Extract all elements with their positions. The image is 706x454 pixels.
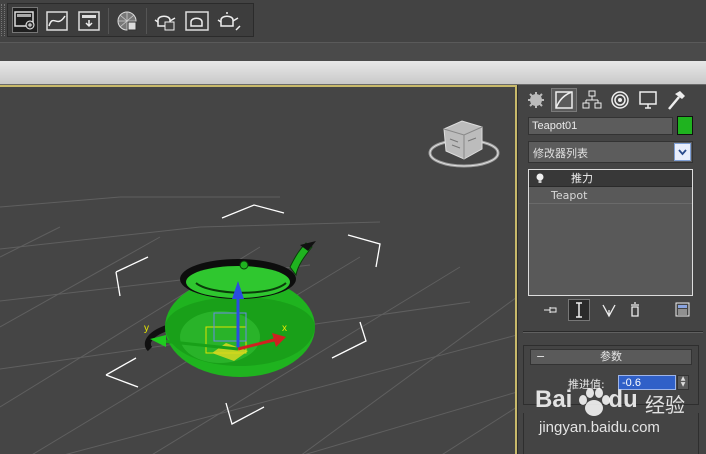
configure-modifier-sets-button[interactable] (672, 299, 694, 321)
render-setup-icon (14, 11, 35, 30)
schematic-view-icon (78, 11, 100, 31)
schematic-view-button[interactable] (76, 8, 102, 34)
viewport-scene: x y (0, 120, 515, 454)
stack-tools (528, 299, 698, 323)
hammer-icon (668, 91, 685, 110)
hierarchy-icon (582, 90, 602, 109)
command-panel-tabs (523, 88, 703, 112)
tab-motion[interactable] (607, 88, 633, 112)
configure-icon (675, 302, 690, 317)
stack-item-teapot-label: Teapot (551, 189, 588, 202)
pin-icon (544, 307, 557, 313)
render-production-icon (185, 11, 209, 31)
stack-item-push[interactable]: 推力 (529, 170, 692, 187)
axis-x-label: x (282, 323, 287, 334)
motion-icon (611, 91, 629, 109)
secondary-toolbar (0, 42, 706, 61)
tab-modify[interactable] (551, 88, 577, 112)
toolbar-separator (146, 8, 147, 34)
tab-hierarchy[interactable] (579, 88, 605, 112)
tab-create[interactable] (523, 88, 549, 112)
display-icon (639, 91, 657, 109)
render-setup-button[interactable] (12, 7, 38, 33)
axis-y-label: y (144, 323, 149, 334)
object-name-field[interactable] (528, 117, 673, 135)
render-iterative-button[interactable] (216, 8, 242, 34)
render-iterative-icon (217, 12, 241, 31)
object-color-swatch[interactable] (677, 116, 693, 135)
render-frame-button[interactable] (152, 8, 178, 34)
modifier-list-dropdown[interactable]: 修改器列表 (528, 141, 693, 163)
modify-icon (555, 91, 573, 109)
main-toolbar (0, 0, 706, 42)
panel-divider (523, 331, 703, 333)
material-editor-button[interactable] (114, 8, 140, 34)
render-frame-icon (154, 15, 176, 31)
tab-display[interactable] (635, 88, 661, 112)
viewcube[interactable] (428, 120, 500, 168)
show-end-result-button[interactable] (568, 299, 590, 321)
material-editor-icon (117, 11, 137, 31)
make-unique-icon (602, 304, 616, 318)
curve-editor-icon (46, 11, 68, 31)
watermark-url: jingyan.baidu.com (539, 419, 660, 436)
toolbar-grip[interactable] (1, 4, 5, 36)
toolbar-group (7, 3, 254, 37)
pin-stack-button[interactable] (540, 299, 562, 321)
make-unique-button[interactable] (598, 299, 620, 321)
watermark-logo-text: Bai du (535, 386, 638, 413)
tab-utilities[interactable] (663, 88, 689, 112)
curve-editor-button[interactable] (44, 8, 70, 34)
end-result-icon (576, 302, 582, 318)
render-production-button[interactable] (184, 8, 210, 34)
modifier-stack: 推力 Teapot (528, 169, 693, 296)
watermark-brand-text: 经验 (645, 393, 685, 417)
perspective-viewport[interactable]: x y (0, 85, 517, 454)
remove-modifier-button[interactable] (624, 299, 646, 321)
trash-icon (631, 302, 639, 317)
rollout-title: 参数 (600, 350, 622, 363)
ribbon-bar (0, 61, 706, 85)
stack-item-teapot[interactable]: Teapot (529, 187, 692, 204)
rollout-header[interactable]: − 参数 (530, 349, 692, 365)
create-icon (528, 92, 544, 108)
lightbulb-icon[interactable] (535, 173, 545, 184)
toolbar-separator (108, 8, 109, 34)
modifier-list-label: 修改器列表 (533, 147, 588, 160)
baidu-watermark: Bai du 经验 jingyan.baidu.com (535, 386, 705, 446)
chevron-down-icon[interactable] (674, 143, 691, 161)
stack-item-push-label: 推力 (571, 172, 593, 185)
